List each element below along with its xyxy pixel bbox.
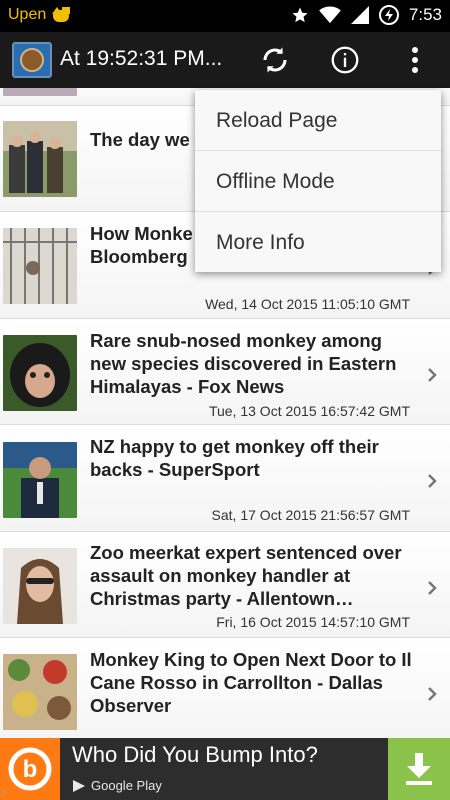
ad-store-label: Google Play — [91, 778, 162, 793]
battery-icon — [378, 5, 399, 25]
app-title: At 19:52:31 PM... — [60, 47, 223, 70]
article-title: Monkey King to Open Next Door to Il Cane… — [90, 649, 412, 716]
menu-item-reload-page[interactable]: Reload Page — [195, 90, 441, 151]
chevron-right-icon — [428, 687, 437, 701]
article-date: Sat, 17 Oct 2015 21:56:57 GMT — [211, 507, 410, 523]
status-bar: Upen 7:53 — [0, 0, 450, 32]
article-date: Fri, 16 Oct 2015 14:57:10 GMT — [216, 614, 410, 630]
article-thumbnail — [3, 654, 77, 730]
google-play-icon — [73, 779, 85, 792]
refresh-button[interactable] — [255, 40, 295, 80]
list-item[interactable]: NZ happy to get monkey off their backs -… — [0, 425, 450, 532]
ad-logo-letter: b — [23, 756, 38, 783]
article-thumbnail — [3, 442, 77, 518]
list-item[interactable]: Monkey King to Open Next Door to Il Cane… — [0, 638, 450, 738]
article-thumbnail — [3, 548, 77, 624]
info-icon — [331, 46, 359, 74]
ad-app-logo-icon[interactable]: b — [0, 738, 60, 800]
google-play-badge[interactable]: Google Play — [72, 778, 162, 793]
clock: 7:53 — [408, 5, 442, 24]
ad-title[interactable]: Who Did You Bump Into? — [72, 742, 318, 768]
overflow-menu-icon — [412, 47, 418, 73]
ad-download-button[interactable] — [388, 738, 450, 800]
article-date: Wed, 14 Oct 2015 11:05:10 GMT — [205, 296, 410, 312]
info-button[interactable] — [325, 40, 365, 80]
download-icon — [406, 753, 432, 785]
article-date: Tue, 13 Oct 2015 16:57:42 GMT — [208, 403, 410, 419]
article-thumbnail — [3, 121, 77, 197]
chevron-right-icon — [428, 368, 437, 382]
app-bar: At 19:52:31 PM... — [0, 32, 450, 88]
cat-notification-icon — [52, 7, 70, 23]
list-item[interactable]: Zoo meerkat expert sentenced over assaul… — [0, 532, 450, 638]
signal-icon — [350, 6, 369, 24]
ad-choices-icon[interactable]: ▷ — [2, 788, 8, 797]
article-thumbnail — [3, 228, 77, 304]
overflow-menu-button[interactable] — [395, 40, 435, 80]
carrier-label: Upen — [8, 6, 47, 23]
article-thumbnail — [3, 335, 77, 411]
wifi-icon — [319, 6, 341, 24]
app-logo-icon[interactable] — [12, 42, 52, 78]
article-title: NZ happy to get monkey off their backs -… — [90, 436, 379, 480]
list-item[interactable]: Rare snub-nosed monkey among new species… — [0, 319, 450, 425]
chevron-right-icon — [428, 581, 437, 595]
ad-banner[interactable]: b Who Did You Bump Into? Google Play — [0, 738, 450, 800]
star-icon — [292, 7, 308, 23]
menu-item-more-info[interactable]: More Info — [195, 212, 441, 273]
overflow-menu: Reload Page Offline Mode More Info — [195, 90, 441, 272]
chevron-right-icon — [428, 474, 437, 488]
refresh-icon — [263, 47, 287, 73]
menu-item-offline-mode[interactable]: Offline Mode — [195, 151, 441, 212]
article-thumbnail — [3, 88, 77, 96]
article-title: Zoo meerkat expert sentenced over assaul… — [90, 542, 402, 609]
article-title: Rare snub-nosed monkey among new species… — [90, 330, 397, 397]
